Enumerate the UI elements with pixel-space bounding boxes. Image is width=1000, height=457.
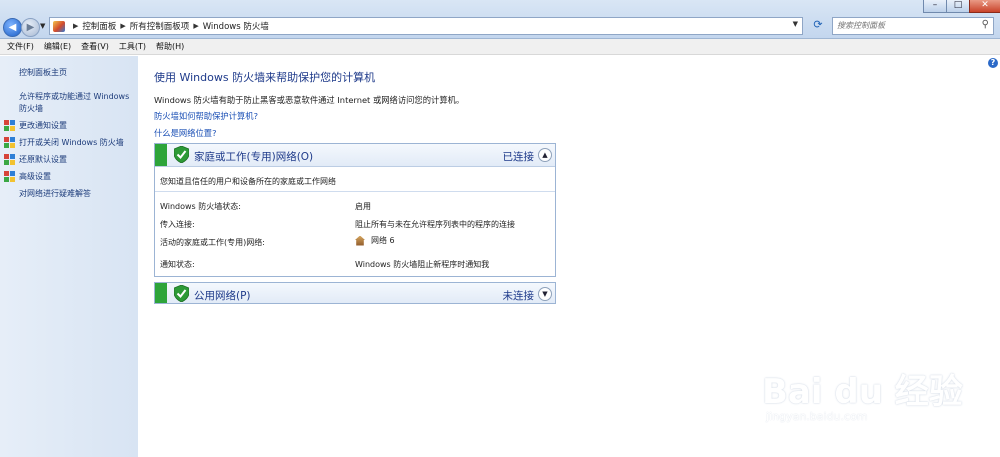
sidebar-item-label: 打开或关闭 Windows 防火墙 xyxy=(19,138,124,147)
page-description: Windows 防火墙有助于防止黑客或恶意软件通过 Internet 或网络访问… xyxy=(154,95,465,105)
network-name: 网络 6 xyxy=(371,236,395,245)
title-bar: ◀ ▶ ▼ ▶ 控制面板 ▶ 所有控制面板项 ▶ Windows 防火墙 ▼ ⟳… xyxy=(0,0,1000,39)
baidu-watermark: Bai du 经验 jingyan.baidu.com xyxy=(742,348,992,438)
home-network-status: 已连接 xyxy=(502,151,535,163)
detail-value-network: 网络 6 xyxy=(355,235,395,246)
public-network-status: 未连接 xyxy=(502,290,535,302)
home-network-title: 家庭或工作(专用)网络(O) xyxy=(194,151,314,163)
home-network-details: Windows 防火墙状态: 启用 传入连接: 阻止所有与未在允许程序列表中的程… xyxy=(155,192,555,277)
public-network-title: 公用网络(P) xyxy=(194,290,251,302)
home-network-panel: 家庭或工作(专用)网络(O) 已连接 ▲ 您知道且信任的用户和设备所在的家庭或工… xyxy=(154,143,556,277)
close-button[interactable]: ✕ xyxy=(969,0,1000,13)
network-location-link[interactable]: 什么是网络位置? xyxy=(154,127,216,139)
page-title: 使用 Windows 防火墙来帮助保护您的计算机 xyxy=(154,71,376,84)
menu-view[interactable]: 查看(V) xyxy=(76,41,114,52)
home-network-header[interactable]: 家庭或工作(专用)网络(O) 已连接 ▲ xyxy=(155,144,555,167)
detail-label: 传入连接: xyxy=(160,220,195,229)
sidebar-item-troubleshoot[interactable]: 对网络进行疑难解答 xyxy=(19,188,137,200)
sidebar-item-notifications[interactable]: 更改通知设置 xyxy=(4,120,67,131)
watermark-brand: Bai du 经验 xyxy=(762,372,963,412)
sidebar-item-label: 还原默认设置 xyxy=(19,155,67,164)
uac-shield-icon xyxy=(4,137,15,148)
sidebar: 控制面板主页 允许程序或功能通过 Windows 防火墙 更改通知设置 打开或关… xyxy=(0,56,138,457)
minimize-button[interactable]: – xyxy=(923,0,947,13)
uac-shield-icon xyxy=(4,171,15,182)
detail-label: 活动的家庭或工作(专用)网络: xyxy=(160,238,265,247)
help-icon[interactable]: ? xyxy=(988,58,998,68)
how-firewall-helps-link[interactable]: 防火墙如何帮助保护计算机? xyxy=(154,110,258,122)
detail-value: 启用 xyxy=(355,202,371,211)
menu-bar: 文件(F) 编辑(E) 查看(V) 工具(T) 帮助(H) xyxy=(0,39,1000,55)
breadcrumb-firewall[interactable]: Windows 防火墙 xyxy=(203,20,269,32)
menu-help[interactable]: 帮助(H) xyxy=(151,41,189,52)
chevron-up-icon[interactable]: ▲ xyxy=(538,148,552,162)
uac-shield-icon xyxy=(4,154,15,165)
breadcrumb-control-panel[interactable]: 控制面板 xyxy=(82,20,116,32)
sidebar-item-allow-programs[interactable]: 允许程序或功能通过 Windows 防火墙 xyxy=(19,91,137,115)
status-bar-green xyxy=(155,283,167,303)
green-shield-icon xyxy=(174,285,189,302)
back-button[interactable]: ◀ xyxy=(3,18,22,37)
detail-label: Windows 防火墙状态: xyxy=(160,202,241,211)
chevron-down-icon[interactable]: ▼ xyxy=(538,287,552,301)
sidebar-item-label: 更改通知设置 xyxy=(19,121,67,130)
maximize-button[interactable]: □ xyxy=(946,0,970,13)
detail-value: Windows 防火墙阻止新程序时通知我 xyxy=(355,260,490,269)
public-network-header[interactable]: 公用网络(P) 未连接 ▼ xyxy=(155,283,555,303)
green-shield-icon xyxy=(174,146,189,163)
sidebar-item-advanced[interactable]: 高级设置 xyxy=(4,171,51,182)
search-input[interactable] xyxy=(833,18,971,32)
address-bar[interactable]: ▶ 控制面板 ▶ 所有控制面板项 ▶ Windows 防火墙 ▼ xyxy=(49,17,803,35)
search-icon[interactable]: ⚲ xyxy=(982,19,989,30)
detail-label: 通知状态: xyxy=(160,260,195,269)
sidebar-item-home[interactable]: 控制面板主页 xyxy=(19,67,137,79)
breadcrumb-separator-icon[interactable]: ▶ xyxy=(73,22,78,30)
menu-edit[interactable]: 编辑(E) xyxy=(39,41,76,52)
breadcrumb-separator-icon[interactable]: ▶ xyxy=(120,22,125,30)
control-panel-icon xyxy=(53,20,65,32)
breadcrumb-all-items[interactable]: 所有控制面板项 xyxy=(130,20,190,32)
menu-tools[interactable]: 工具(T) xyxy=(114,41,151,52)
breadcrumb-separator-icon[interactable]: ▶ xyxy=(193,22,198,30)
menu-file[interactable]: 文件(F) xyxy=(2,41,39,52)
address-dropdown-icon[interactable]: ▼ xyxy=(793,20,798,28)
sidebar-item-label: 高级设置 xyxy=(19,172,51,181)
uac-shield-icon xyxy=(4,120,15,131)
home-network-subtitle: 您知道且信任的用户和设备所在的家庭或工作网络 xyxy=(155,167,555,192)
recent-pages-dropdown-icon[interactable]: ▼ xyxy=(40,22,45,30)
status-bar-green xyxy=(155,144,167,166)
forward-button[interactable]: ▶ xyxy=(21,18,40,37)
home-network-icon xyxy=(355,235,365,246)
watermark-url: jingyan.baidu.com xyxy=(766,410,868,423)
sidebar-item-toggle-firewall[interactable]: 打开或关闭 Windows 防火墙 xyxy=(4,137,124,148)
refresh-icon[interactable]: ⟳ xyxy=(810,17,826,33)
search-box[interactable]: ⚲ xyxy=(832,17,994,35)
detail-value: 阻止所有与未在允许程序列表中的程序的连接 xyxy=(355,220,515,229)
public-network-panel: 公用网络(P) 未连接 ▼ xyxy=(154,282,556,304)
sidebar-item-restore-defaults[interactable]: 还原默认设置 xyxy=(4,154,67,165)
